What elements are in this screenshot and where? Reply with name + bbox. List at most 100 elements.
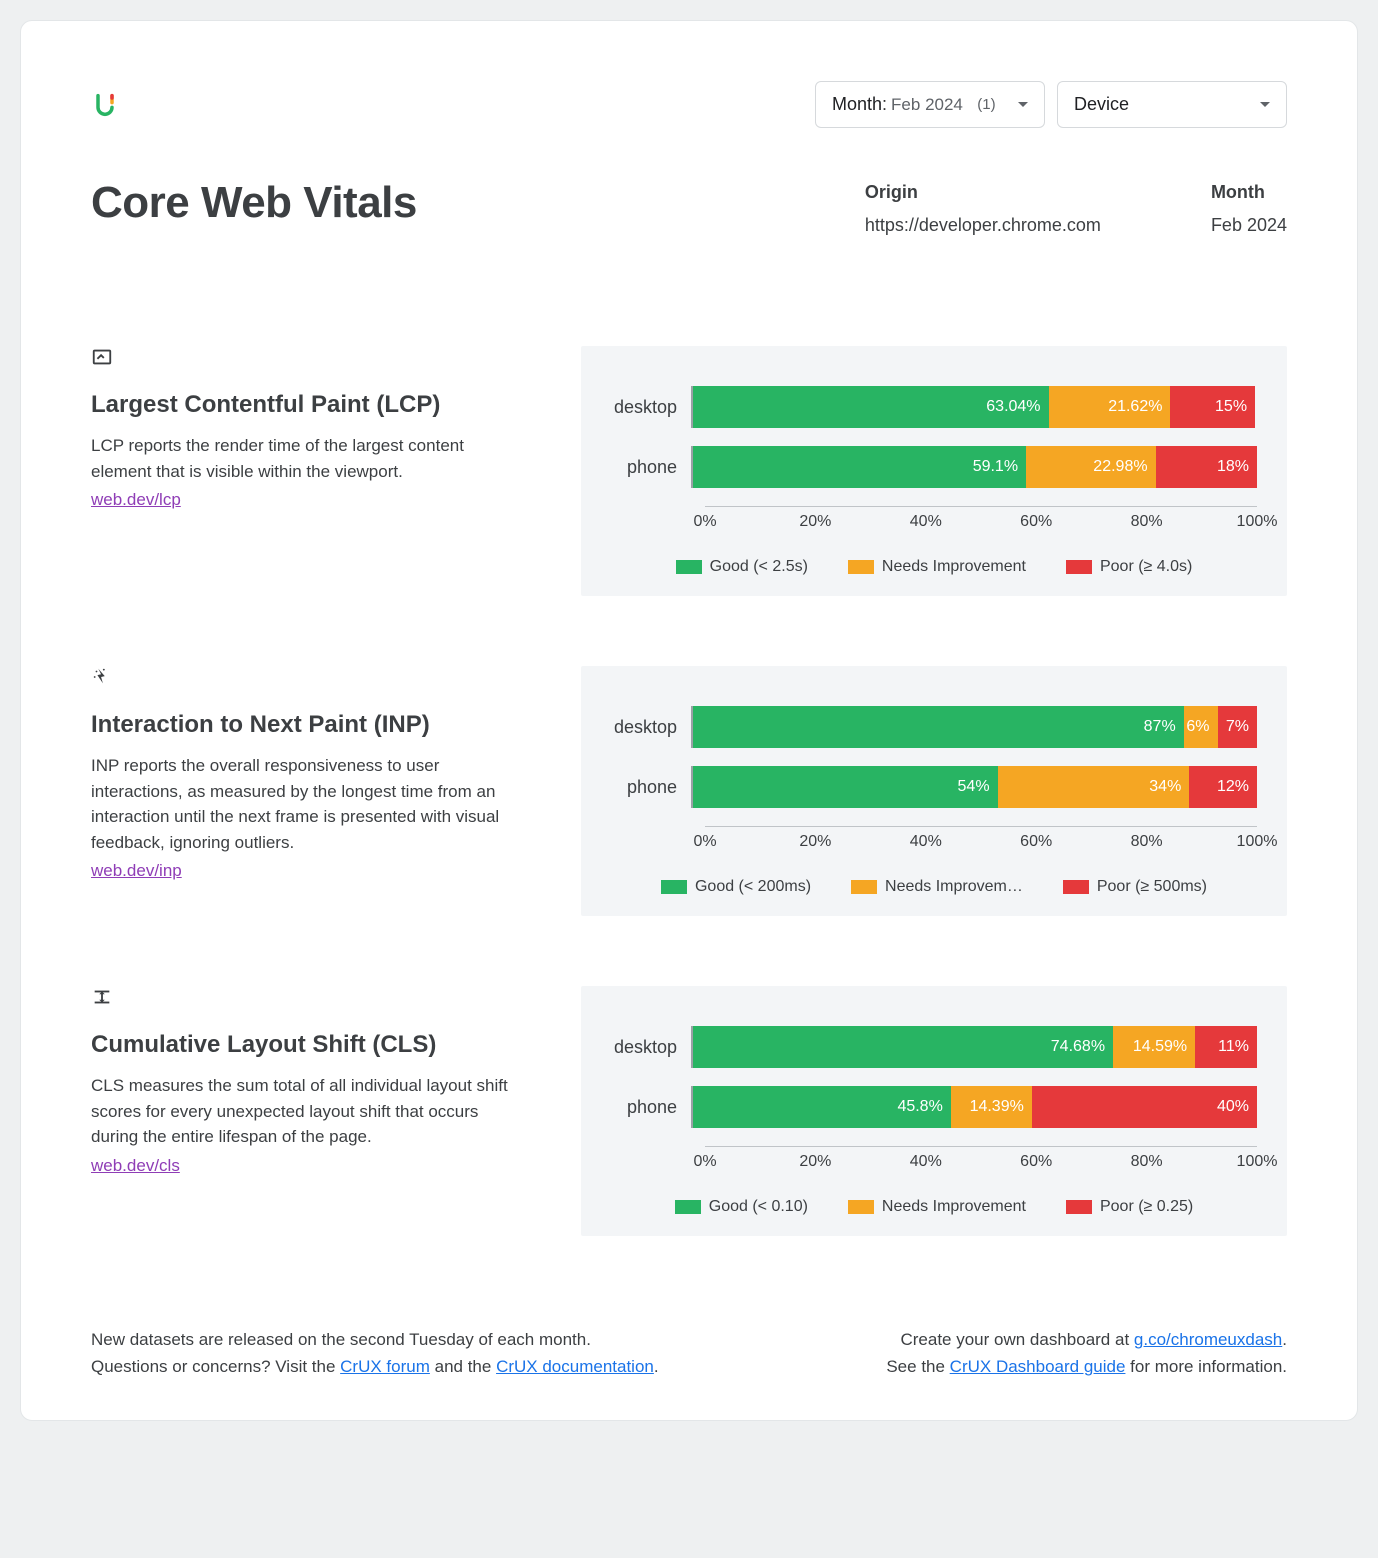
bar-category-label: phone [611, 777, 691, 798]
legend: Good (< 2.5s)Needs ImprovementPoor (≥ 4.… [611, 558, 1257, 576]
cls-chart: desktop74.68%14.59%11%phone45.8%14.39%40… [581, 986, 1287, 1236]
origin-value: https://developer.chrome.com [865, 215, 1101, 236]
x-axis: 0%20%40%60%80%100% [705, 1146, 1257, 1174]
bar-area: 87%6%7% [691, 706, 1257, 748]
x-axis: 0%20%40%60%80%100% [705, 506, 1257, 534]
footer-text: Questions or concerns? Visit the CrUX fo… [91, 1353, 659, 1380]
crux-docs-link[interactable]: CrUX documentation [496, 1357, 654, 1376]
legend-poor: Poor (≥ 500ms) [1063, 878, 1207, 896]
legend-poor: Poor (≥ 0.25) [1066, 1198, 1193, 1216]
swatch-good-icon [676, 560, 702, 574]
inp-section: Interaction to Next Paint (INP) INP repor… [91, 666, 1287, 916]
segment-needs-improvement: 14.39% [951, 1086, 1032, 1128]
legend-label: Poor (≥ 0.25) [1100, 1198, 1193, 1216]
device-dropdown-label: Device [1074, 94, 1129, 115]
bar-row: phone54%34%12% [611, 766, 1257, 808]
bar-category-label: desktop [611, 717, 691, 738]
segment-value: 45.8% [897, 1098, 942, 1116]
axis-tick: 100% [1237, 833, 1278, 851]
axis-tick: 0% [693, 513, 716, 531]
segment-value: 14.39% [970, 1098, 1024, 1116]
bar-row: desktop87%6%7% [611, 706, 1257, 748]
crux-forum-link[interactable]: CrUX forum [340, 1357, 430, 1376]
axis-tick: 40% [910, 1153, 942, 1171]
cls-link[interactable]: web.dev/cls [91, 1156, 180, 1175]
swatch-poor-icon [1063, 880, 1089, 894]
segment-poor: 12% [1189, 766, 1257, 808]
legend-good: Good (< 2.5s) [676, 558, 808, 576]
bar-stack: 87%6%7% [693, 706, 1257, 748]
footer-right: Create your own dashboard at g.co/chrome… [659, 1326, 1287, 1380]
segment-value: 59.1% [973, 458, 1018, 476]
chevron-down-icon [1260, 102, 1270, 107]
legend-label: Poor (≥ 500ms) [1097, 878, 1207, 896]
month-dropdown-label: Month [832, 94, 882, 115]
cls-section: Cumulative Layout Shift (CLS)CLS measure… [91, 986, 1287, 1236]
segment-good: 63.04% [693, 386, 1049, 428]
legend-good: Good (< 200ms) [661, 878, 811, 896]
inp-description: Interaction to Next Paint (INP) INP repor… [91, 666, 521, 881]
segment-needs-improvement: 21.62% [1049, 386, 1171, 428]
cls-icon [91, 986, 521, 1013]
chromeuxdash-link[interactable]: g.co/chromeuxdash [1134, 1330, 1282, 1349]
segment-good: 59.1% [693, 446, 1026, 488]
legend-label: Needs Improvement [882, 1198, 1026, 1216]
page-title: Core Web Vitals [91, 178, 865, 236]
month-dropdown-count: (1) [977, 96, 995, 113]
swatch-good-icon [661, 880, 687, 894]
dashboard-guide-link[interactable]: CrUX Dashboard guide [950, 1357, 1126, 1376]
cls-description: Cumulative Layout Shift (CLS)CLS measure… [91, 986, 521, 1176]
legend-label: Needs Improvement [882, 558, 1026, 576]
axis-tick: 80% [1131, 513, 1163, 531]
inp-link[interactable]: web.dev/inp [91, 861, 182, 880]
bar-stack: 59.1%22.98%18% [693, 446, 1257, 488]
inp-icon [91, 666, 521, 693]
inp-desc-text: INP reports the overall responsiveness t… [91, 753, 521, 855]
segment-poor: 11% [1195, 1026, 1257, 1068]
legend: Good (< 200ms)Needs Improvem…Poor (≥ 500… [611, 878, 1257, 896]
bar-category-label: desktop [611, 397, 691, 418]
bar-row: desktop63.04%21.62% 15% [611, 386, 1257, 428]
axis-tick: 60% [1020, 513, 1052, 531]
inp-title: Interaction to Next Paint (INP) [91, 711, 521, 739]
bar-stack: 45.8% 14.39% 40% [693, 1086, 1257, 1128]
segment-value: 40% [1217, 1098, 1249, 1116]
swatch-ni-icon [848, 1200, 874, 1214]
crux-logo-icon [91, 91, 119, 119]
segment-needs-improvement: 14.59% [1113, 1026, 1195, 1068]
header-row: Core Web Vitals Origin https://developer… [91, 178, 1287, 236]
segment-value: 15% [1215, 398, 1247, 416]
cls-title: Cumulative Layout Shift (CLS) [91, 1031, 521, 1059]
swatch-ni-icon [848, 560, 874, 574]
segment-value: 6% [1186, 718, 1209, 736]
axis-tick: 60% [1020, 833, 1052, 851]
axis-tick: 20% [799, 513, 831, 531]
bar-area: 45.8% 14.39% 40% [691, 1086, 1257, 1128]
lcp-chart: desktop63.04%21.62%15%phone59.1%22.98%18… [581, 346, 1287, 596]
legend-needs-improvement: Needs Improvement [848, 558, 1026, 576]
axis-tick: 100% [1237, 1153, 1278, 1171]
legend-needs-improvement: Needs Improvement [848, 1198, 1026, 1216]
bar-area: 59.1%22.98%18% [691, 446, 1257, 488]
origin-block: Origin https://developer.chrome.com [865, 182, 1101, 236]
axis-tick: 0% [693, 1153, 716, 1171]
lcp-link[interactable]: web.dev/lcp [91, 490, 181, 509]
axis-tick: 20% [799, 1153, 831, 1171]
bar-area: 54%34%12% [691, 766, 1257, 808]
segment-value: 11% [1218, 1038, 1249, 1056]
axis-tick: 60% [1020, 1153, 1052, 1171]
segment-needs-improvement: 34% [998, 766, 1190, 808]
axis-tick: 80% [1131, 1153, 1163, 1171]
lcp-icon [91, 346, 521, 373]
device-dropdown[interactable]: Device [1057, 81, 1287, 128]
chevron-down-icon [1018, 102, 1028, 107]
segment-good: 87% [693, 706, 1184, 748]
segment-value: 87% [1144, 718, 1176, 736]
segment-good: 54% [693, 766, 998, 808]
month-value: Feb 2024 [1211, 215, 1287, 236]
legend-good: Good (< 0.10) [675, 1198, 808, 1216]
footer-left: New datasets are released on the second … [91, 1326, 659, 1380]
month-dropdown[interactable]: Month: Feb 2024 (1) [815, 81, 1045, 128]
legend: Good (< 0.10) Needs Improvement Poor (≥ 0.… [611, 1198, 1257, 1216]
bar-area: 63.04%21.62% 15% [691, 386, 1257, 428]
